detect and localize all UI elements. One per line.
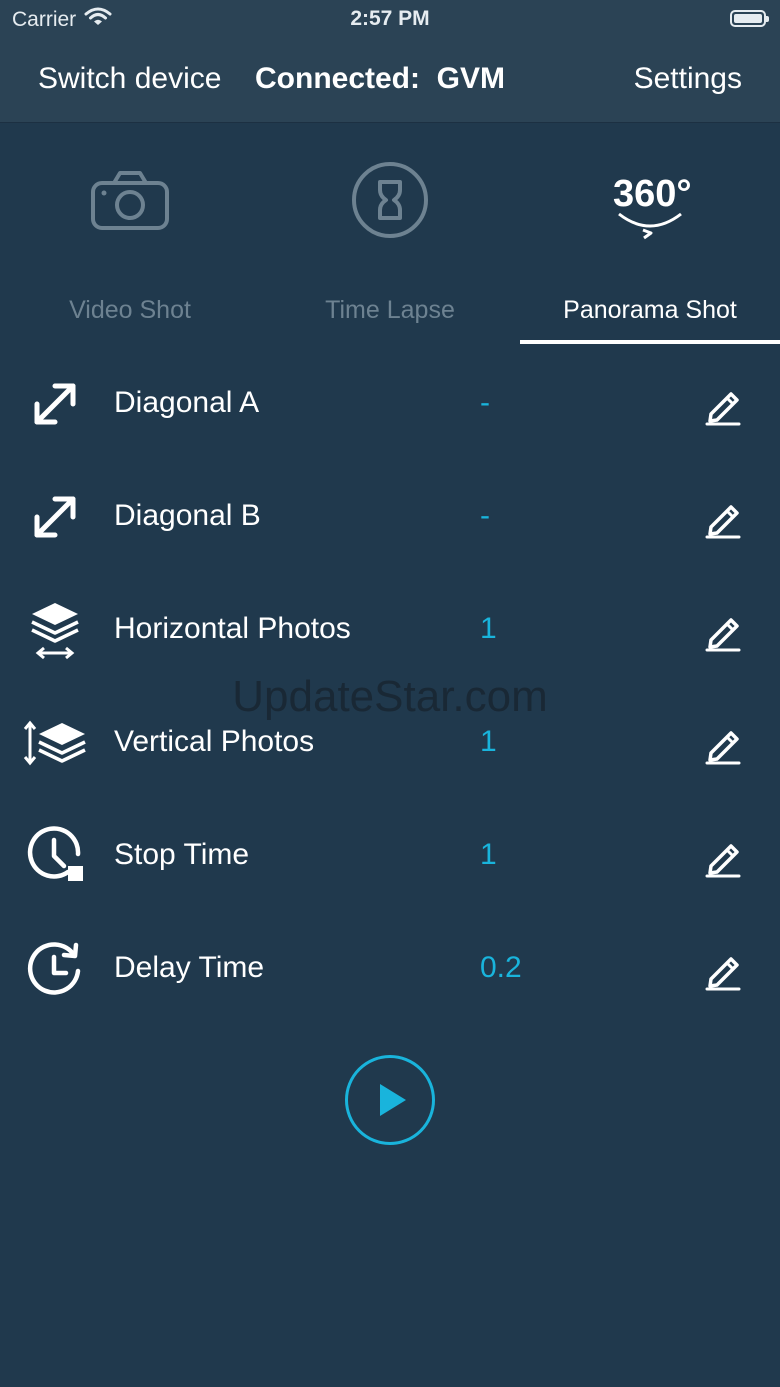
edit-pencil-icon[interactable] — [700, 380, 746, 430]
layers-horizontal-icon — [22, 600, 88, 660]
tab-panorama-shot[interactable]: Panorama Shot — [520, 282, 780, 344]
setting-value: 1 — [480, 725, 497, 758]
360-icon[interactable]: 360° — [600, 150, 700, 250]
tab-time-lapse[interactable]: Time Lapse — [260, 282, 520, 344]
layers-vertical-icon — [22, 713, 88, 773]
setting-value: 0.2 — [480, 951, 522, 984]
active-tab-indicator — [520, 340, 780, 344]
setting-label: Diagonal A — [114, 386, 260, 419]
diagonal-arrow-icon — [22, 487, 88, 547]
setting-label: Diagonal B — [114, 499, 261, 532]
setting-label: Delay Time — [114, 951, 265, 984]
edit-pencil-icon[interactable] — [700, 493, 746, 543]
settings-button[interactable]: Settings — [634, 62, 742, 96]
status-time: 2:57 PM — [350, 7, 430, 30]
setting-row-diagonal-b[interactable]: Diagonal B - — [0, 461, 780, 574]
setting-value: 1 — [480, 838, 497, 871]
battery-icon — [730, 10, 769, 27]
nav-bar: Switch device Connected: GVM Settings — [0, 40, 780, 123]
mode-tabs: Video Shot Time Lapse Panorama Shot — [0, 282, 780, 344]
setting-row-diagonal-a[interactable]: Diagonal A - — [0, 348, 780, 461]
setting-row-delay-time[interactable]: Delay Time 0.2 — [0, 913, 780, 1026]
setting-row-horizontal-photos[interactable]: Horizontal Photos 1 — [0, 574, 780, 687]
setting-label: Horizontal Photos — [114, 612, 351, 645]
connection-status: Connected: GVM — [255, 62, 506, 95]
setting-row-stop-time[interactable]: Stop Time 1 — [0, 800, 780, 913]
setting-label: Stop Time — [114, 838, 250, 871]
edit-pencil-icon[interactable] — [700, 606, 746, 656]
switch-device-button[interactable]: Switch device — [38, 62, 221, 96]
tab-video-shot[interactable]: Video Shot — [0, 282, 260, 344]
edit-pencil-icon[interactable] — [700, 832, 746, 882]
setting-value: - — [480, 386, 490, 419]
setting-label: Vertical Photos — [114, 725, 315, 758]
360-icon-text: 360° — [613, 173, 692, 215]
setting-value: - — [480, 499, 490, 532]
camera-icon[interactable] — [80, 150, 180, 250]
clock-stop-icon — [22, 826, 88, 886]
clock-delay-icon — [22, 939, 88, 999]
mode-icons: 360° — [0, 150, 780, 250]
play-icon — [380, 1084, 406, 1116]
edit-pencil-icon[interactable] — [700, 719, 746, 769]
setting-value: 1 — [480, 612, 497, 645]
watermark: UpdateStar.com — [232, 672, 548, 721]
diagonal-arrow-icon — [22, 374, 88, 434]
edit-pencil-icon[interactable] — [700, 945, 746, 995]
hourglass-icon[interactable] — [340, 150, 440, 250]
play-button[interactable] — [345, 1055, 435, 1145]
status-bar: Carrier 2:57 PM — [0, 0, 780, 40]
